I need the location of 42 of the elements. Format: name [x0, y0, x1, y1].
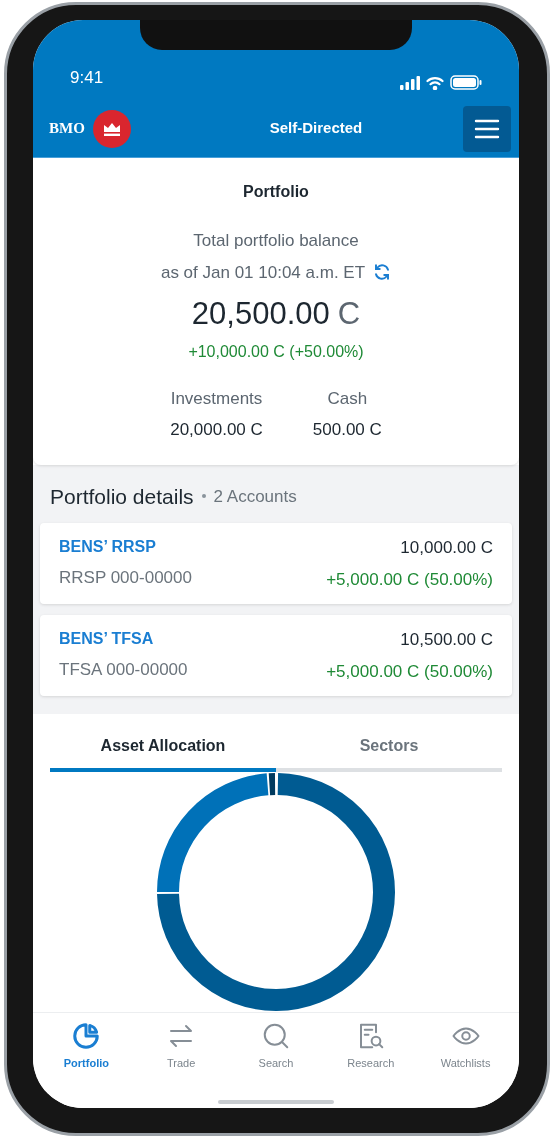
account-value: 10,000.00 C [400, 537, 493, 559]
account-number: RRSP 000-00000 [59, 567, 192, 589]
account-value: 10,500.00 C [400, 629, 493, 651]
breakdown-label: Investments [170, 387, 263, 410]
currency-code: C [337, 295, 361, 333]
refresh-icon[interactable] [373, 263, 392, 282]
bank-logo: BMO [49, 119, 85, 139]
wifi-icon [426, 75, 444, 90]
tab[interactable]: Asset Allocation [50, 734, 276, 772]
account-change: +5,000.00 C (50.00%) [326, 660, 493, 683]
account-number: TFSA 000-00000 [59, 659, 188, 681]
dot-separator [201, 494, 206, 499]
search-icon [261, 1021, 291, 1051]
status-time: 9:41 [70, 66, 104, 89]
battery-icon [450, 75, 482, 90]
nav-tab[interactable]: Watchlists [425, 1021, 506, 1072]
account-name: BENS’ RRSP [59, 537, 157, 557]
pie-chart-icon [71, 1021, 102, 1051]
balance-change: +10,000.00 C (+50.00%) [188, 341, 364, 362]
account-card[interactable]: BENS’ TFSA TFSA 000-00000 10,500.00 C +5,000.00 C (50.00%) [40, 615, 512, 696]
menu-icon [474, 117, 500, 140]
breakdown-value: 500.00 C [312, 419, 382, 441]
balance-label: Total portfolio balance [193, 230, 359, 252]
breakdown-label: Cash [327, 387, 368, 410]
menu-button[interactable] [463, 105, 511, 152]
breakdown-value: 20,000.00 C [170, 419, 263, 441]
as-of-time: as of Jan 01 10:04 a.m. ET [160, 261, 366, 284]
summary-title: Portfolio [243, 182, 309, 202]
account-count: 2 Accounts [213, 485, 297, 508]
nav-tab[interactable]: Trade [141, 1021, 222, 1072]
account-card[interactable]: BENS’ RRSP RRSP 000-00000 10,000.00 C +5,000.00 C (50.00%) [40, 523, 512, 604]
nav-tab[interactable]: Search [236, 1021, 316, 1072]
roundel-logo-icon [92, 109, 131, 148]
app-title: Self-Directed [269, 118, 363, 139]
tab[interactable]: Sectors [276, 734, 502, 772]
account-name: BENS’ TFSA [59, 629, 155, 649]
section-title: Portfolio details [50, 483, 194, 510]
balance-amount: 20,500.00 [191, 295, 330, 333]
nav-tab[interactable]: Portfolio [46, 1021, 127, 1072]
account-change: +5,000.00 C (50.00%) [326, 568, 493, 591]
nav-tab[interactable]: Research [330, 1021, 411, 1072]
signal-icon [400, 75, 420, 90]
